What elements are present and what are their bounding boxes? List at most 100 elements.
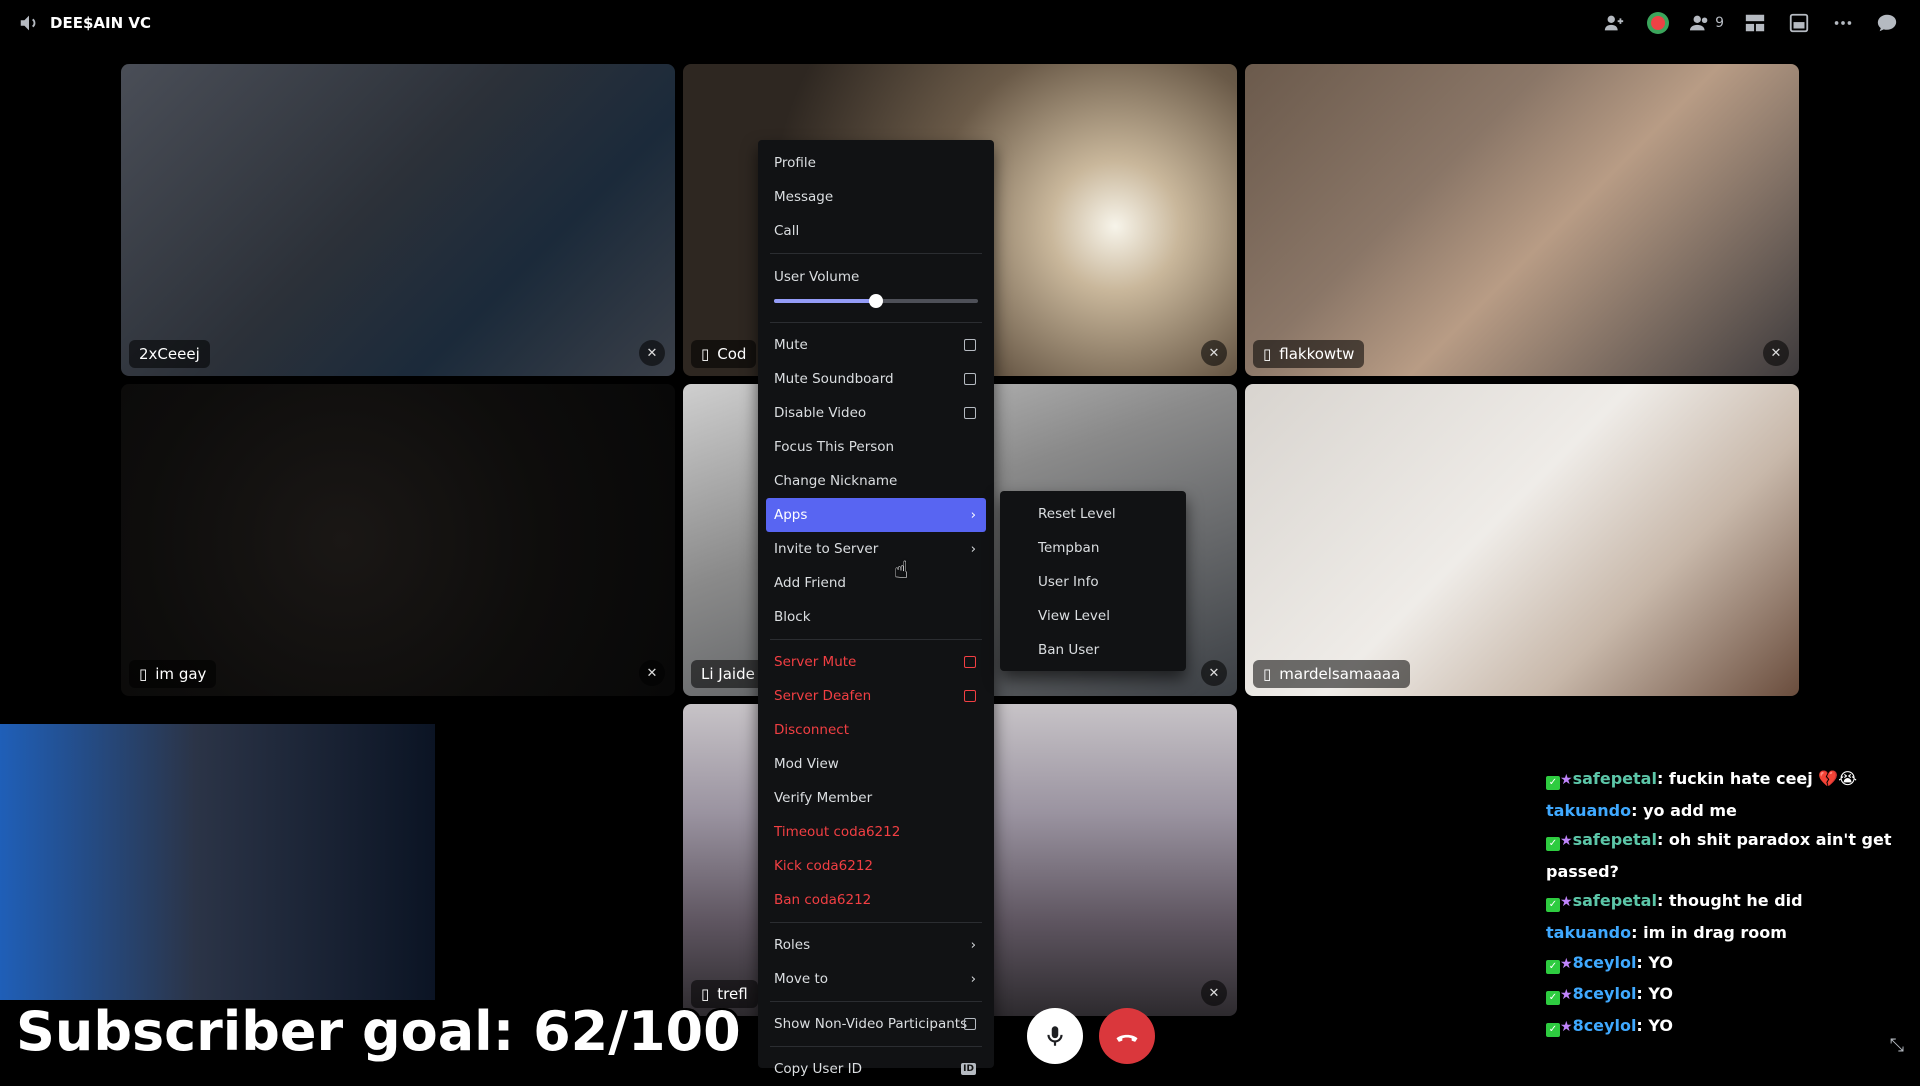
menu-item-mod-view[interactable]: Mod View [766,747,986,781]
chevron-right-icon: › [970,971,976,987]
menu-item-label: Kick coda6212 [774,858,874,874]
participant-name: 2xCeeej [139,345,200,363]
muted-icon: ✕ [639,660,665,686]
menu-item-label: Disconnect [774,722,849,738]
menu-item-focus-person[interactable]: Focus This Person [766,430,986,464]
submenu-item-reset-level[interactable]: Reset Level [1008,497,1178,531]
menu-item-label: Add Friend [774,575,846,591]
menu-item-invite-to-server[interactable]: Invite to Server › [766,532,986,566]
checkbox[interactable] [964,339,976,351]
checkbox[interactable] [964,407,976,419]
verified-badge-icon: ✓ [1546,959,1560,974]
menu-item-mute[interactable]: Mute [766,328,986,362]
menu-item-label: Disable Video [774,405,867,421]
layout-grid-icon[interactable] [1742,10,1768,36]
member-list-button[interactable]: 9 [1689,10,1724,36]
menu-item-label: Block [774,609,811,625]
video-tile[interactable]: 2xCeeej ✕ [121,64,675,376]
video-tile[interactable]: ▯ flakkowtw ✕ [1245,64,1799,376]
more-options-icon[interactable] [1830,10,1856,36]
menu-item-timeout[interactable]: Timeout coda6212 [766,815,986,849]
participant-name-tag: ▯ flakkowtw [1253,340,1365,368]
hang-up-icon [1116,1034,1138,1042]
submenu-item-view-level[interactable]: View Level [1008,599,1178,633]
microphone-icon [1047,1026,1063,1046]
chat-text: im in drag room [1643,922,1787,942]
people-icon [1689,15,1708,31]
checkbox[interactable] [964,373,976,385]
menu-item-move-to[interactable]: Move to › [766,962,986,996]
menu-item-disconnect[interactable]: Disconnect [766,713,986,747]
menu-item-show-non-video[interactable]: Show Non-Video Participants [766,1007,986,1041]
apps-submenu: Reset Level Tempban User Info View Level… [1000,491,1186,671]
menu-item-kick[interactable]: Kick coda6212 [766,849,986,883]
submenu-item-ban-user[interactable]: Ban User [1008,633,1178,667]
chat-username: 8ceylol [1572,1015,1637,1035]
participant-name-tag: 2xCeeej [129,340,210,368]
activity-icon[interactable] [1645,10,1671,36]
menu-item-label: Message [774,189,834,205]
checkbox[interactable] [964,690,976,702]
chat-username: takuando [1546,922,1632,942]
menu-item-apps[interactable]: Apps › [766,498,986,532]
menu-item-label: Mod View [774,756,839,772]
speaker-icon [20,15,36,31]
exit-fullscreen-icon[interactable]: ⤡ [1890,1035,1904,1056]
participant-name: Li Jaide [701,665,755,683]
menu-item-add-friend[interactable]: Add Friend [766,566,986,600]
menu-item-call[interactable]: Call [766,214,986,248]
checkbox[interactable] [964,656,976,668]
menu-item-verify-member[interactable]: Verify Member [766,781,986,815]
menu-item-ban[interactable]: Ban coda6212 [766,883,986,917]
submenu-item-user-info[interactable]: User Info [1008,565,1178,599]
menu-separator [770,1001,982,1002]
stream-chat-overlay: ✓ ★safepetal: fuckin hate ceej 💔😭 takuando… [1546,764,1906,1042]
chat-text: YO [1648,1015,1674,1035]
menu-item-copy-user-id[interactable]: Copy User ID ID [766,1052,986,1086]
menu-item-label: Tempban [1038,540,1100,556]
menu-item-disable-video[interactable]: Disable Video [766,396,986,430]
verified-badge-icon: ✓ [1546,898,1560,913]
slider-handle[interactable] [869,294,883,308]
menu-item-roles[interactable]: Roles › [766,928,986,962]
menu-item-block[interactable]: Block [766,600,986,634]
chat-message: ✓ ★safepetal: thought he did [1546,886,1906,918]
menu-item-change-nickname[interactable]: Change Nickname [766,464,986,498]
menu-item-message[interactable]: Message [766,180,986,214]
menu-item-profile[interactable]: Profile [766,146,986,180]
microphone-button[interactable] [1027,1008,1083,1064]
chat-text: YO [1648,952,1674,972]
voice-channel-header: DEE$AIN VC 9 [0,0,1920,46]
verified-badge-icon: ✓ [1546,1022,1560,1037]
participant-name: flakkowtw [1279,345,1355,363]
add-person-icon[interactable] [1601,10,1627,36]
menu-separator [770,1046,982,1047]
participant-name: im gay [155,665,207,683]
menu-item-server-deafen[interactable]: Server Deafen [766,679,986,713]
user-volume-slider[interactable] [774,294,978,308]
disconnect-call-button[interactable] [1099,1008,1155,1064]
chat-bubble-icon[interactable] [1874,10,1900,36]
checkbox[interactable] [964,1018,976,1030]
popout-icon[interactable] [1786,10,1812,36]
menu-item-label: Move to [774,971,829,987]
participant-name-tag: Li Jaide [691,660,765,688]
chat-text: yo add me [1643,800,1737,820]
menu-item-mute-soundboard[interactable]: Mute Soundboard [766,362,986,396]
menu-item-label: Change Nickname [774,473,898,489]
id-badge-icon: ID [961,1063,976,1075]
menu-item-server-mute[interactable]: Server Mute [766,645,986,679]
menu-item-label: Call [774,223,800,239]
verified-badge-icon: ✓ [1546,991,1560,1006]
chat-username: safepetal [1572,769,1657,788]
star-badge-icon: ★ [1560,955,1573,972]
video-tile[interactable]: ▯ mardelsamaaaa [1245,384,1799,696]
streamer-webcam [0,724,435,1000]
muted-icon: ✕ [1201,660,1227,686]
video-tile[interactable]: ▯ im gay ✕ [121,384,675,696]
menu-item-label: View Level [1038,608,1110,624]
muted-icon: ✕ [639,340,665,366]
participant-name-tag: ▯ im gay [129,660,217,688]
submenu-item-tempban[interactable]: Tempban [1008,531,1178,565]
menu-separator [770,639,982,640]
